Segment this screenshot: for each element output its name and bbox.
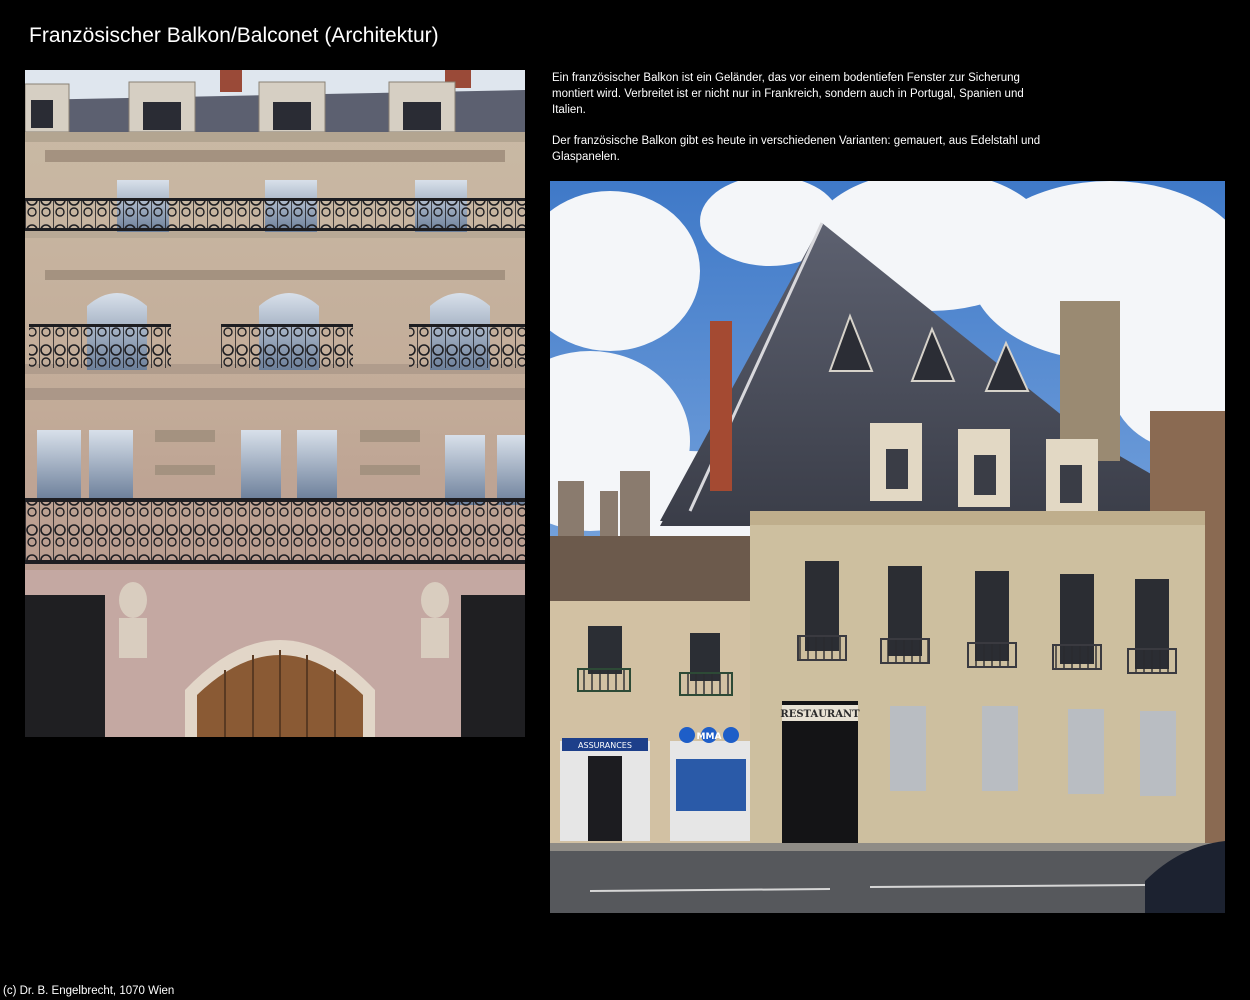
shop-sign: ASSURANCES [578, 741, 632, 750]
facade-photo-right: ASSURANCES MMA RESTAURANT [550, 181, 1225, 913]
description-paragraph-1: Ein französischer Balkon ist ein Gelände… [552, 72, 1024, 116]
restaurant-sign: RESTAURANT [780, 709, 860, 720]
logo-sign: MMA [697, 732, 722, 742]
description-paragraph-2: Der französische Balkon gibt es heute in… [552, 135, 1041, 163]
description: Ein französischer Balkon ist ein Gelände… [552, 70, 1052, 180]
facade-photo-left [25, 70, 525, 737]
copyright-footer: (c) Dr. B. Engelbrecht, 1070 Wien [3, 985, 175, 997]
page-title: Französischer Balkon/Balconet (Architekt… [29, 24, 439, 47]
